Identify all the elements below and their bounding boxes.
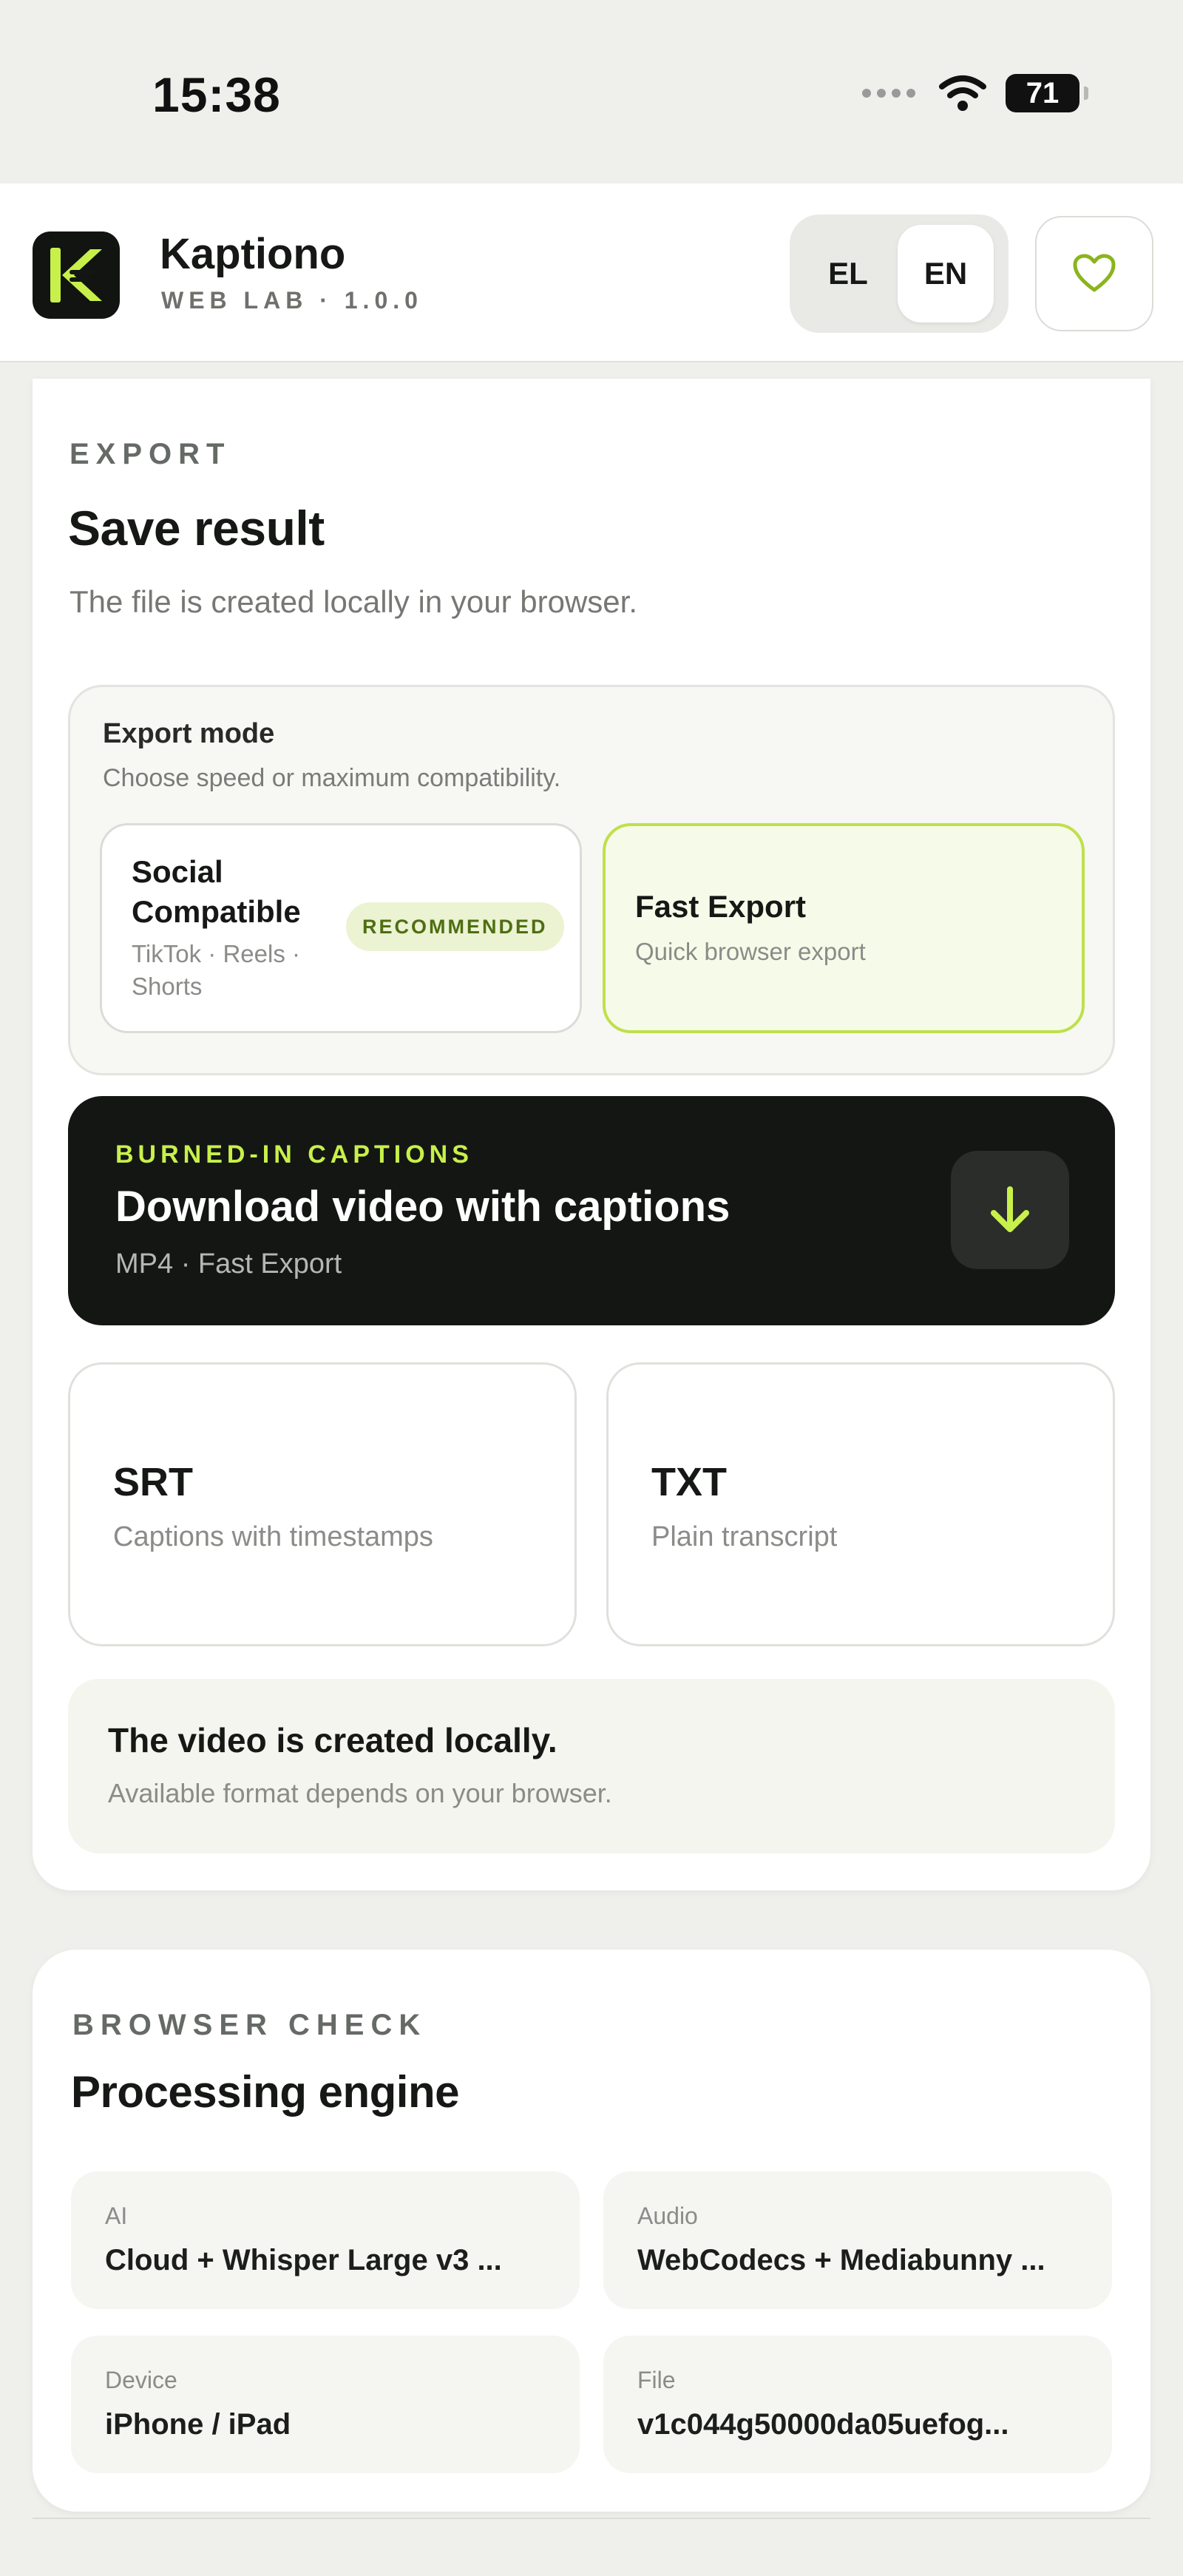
browser-title: Processing engine <box>71 2067 460 2117</box>
tile-value: Cloud + Whisper Large v3 ... <box>105 2244 502 2276</box>
export-description: The file is created locally in your brow… <box>70 584 637 619</box>
lang-en-button[interactable]: EN <box>898 225 994 322</box>
engine-tile-device: Device iPhone / iPad <box>71 2336 580 2473</box>
favorite-button[interactable] <box>1035 216 1153 331</box>
mode-option-social-compatible[interactable]: Social Compatible TikTok · Reels · Short… <box>100 823 582 1033</box>
battery-icon: 71 <box>1006 74 1088 112</box>
app-logo <box>33 231 120 319</box>
option-sub-line2: Shorts <box>132 973 203 1000</box>
logo-mark-icon <box>50 248 102 302</box>
export-title: Save result <box>68 501 325 555</box>
tile-label: Audio <box>637 2203 698 2229</box>
app-subtitle: WEB LAB · 1.0.0 <box>161 287 423 314</box>
export-card: EXPORT Save result The file is created l… <box>33 379 1150 1890</box>
txt-title: TXT <box>651 1460 727 1504</box>
download-title: Download video with captions <box>115 1183 731 1231</box>
lang-el-button[interactable]: EL <box>800 225 896 322</box>
option-sub-line1: TikTok · Reels · <box>132 940 300 967</box>
tile-value: iPhone / iPad <box>105 2408 291 2441</box>
download-video-button[interactable]: BURNED-IN CAPTIONS Download video with c… <box>68 1096 1115 1325</box>
status-icons: 71 <box>862 74 1088 112</box>
srt-title: SRT <box>113 1460 193 1504</box>
tile-label: AI <box>105 2203 128 2229</box>
export-mode-title: Export mode <box>103 718 275 749</box>
note-subtitle: Available format depends on your browser… <box>108 1778 612 1808</box>
language-switcher: EL EN <box>790 214 1009 333</box>
signal-icon <box>862 89 915 98</box>
tile-label: File <box>637 2367 676 2393</box>
arrow-down-icon <box>991 1186 1029 1232</box>
export-mode-subtitle: Choose speed or maximum compatibility. <box>103 764 561 792</box>
export-eyebrow: EXPORT <box>70 438 231 470</box>
txt-export-button[interactable]: TXT Plain transcript <box>606 1362 1115 1646</box>
heart-icon <box>1073 254 1116 292</box>
engine-tile-file: File v1c044g50000da05uefog... <box>603 2336 1112 2473</box>
option-title-line1: Social <box>132 854 223 889</box>
engine-tile-audio: Audio WebCodecs + Mediabunny ... <box>603 2171 1112 2309</box>
srt-export-button[interactable]: SRT Captions with timestamps <box>68 1362 577 1646</box>
browser-eyebrow: BROWSER CHECK <box>72 2009 427 2041</box>
wifi-icon <box>939 75 986 111</box>
txt-subtitle: Plain transcript <box>651 1521 838 1552</box>
mode-option-fast-export[interactable]: Fast Export Quick browser export <box>603 823 1085 1033</box>
tile-label: Device <box>105 2367 177 2393</box>
note-title: The video is created locally. <box>108 1721 557 1759</box>
download-arrow-button[interactable] <box>951 1151 1069 1269</box>
browser-check-card: BROWSER CHECK Processing engine AI Cloud… <box>33 1950 1150 2512</box>
option-subtitle: Quick browser export <box>635 938 866 965</box>
app-header: Kaptiono WEB LAB · 1.0.0 EL EN <box>0 183 1183 362</box>
option-title: Fast Export <box>635 889 807 924</box>
download-subtitle: MP4 · Fast Export <box>115 1248 342 1279</box>
download-eyebrow: BURNED-IN CAPTIONS <box>115 1140 473 1169</box>
tile-value: v1c044g50000da05uefog... <box>637 2408 1009 2441</box>
status-time: 15:38 <box>152 67 281 122</box>
engine-tile-ai: AI Cloud + Whisper Large v3 ... <box>71 2171 580 2309</box>
bottom-divider <box>33 2518 1150 2519</box>
recommended-badge: RECOMMENDED <box>346 902 564 951</box>
option-title-line2: Compatible <box>132 894 301 929</box>
srt-subtitle: Captions with timestamps <box>113 1521 433 1552</box>
status-bar: 15:38 71 <box>0 0 1183 183</box>
export-mode-panel: Export mode Choose speed or maximum comp… <box>68 685 1115 1075</box>
local-processing-note: The video is created locally. Available … <box>68 1679 1115 1853</box>
tile-value: WebCodecs + Mediabunny ... <box>637 2244 1045 2276</box>
app-name: Kaptiono <box>160 230 346 278</box>
